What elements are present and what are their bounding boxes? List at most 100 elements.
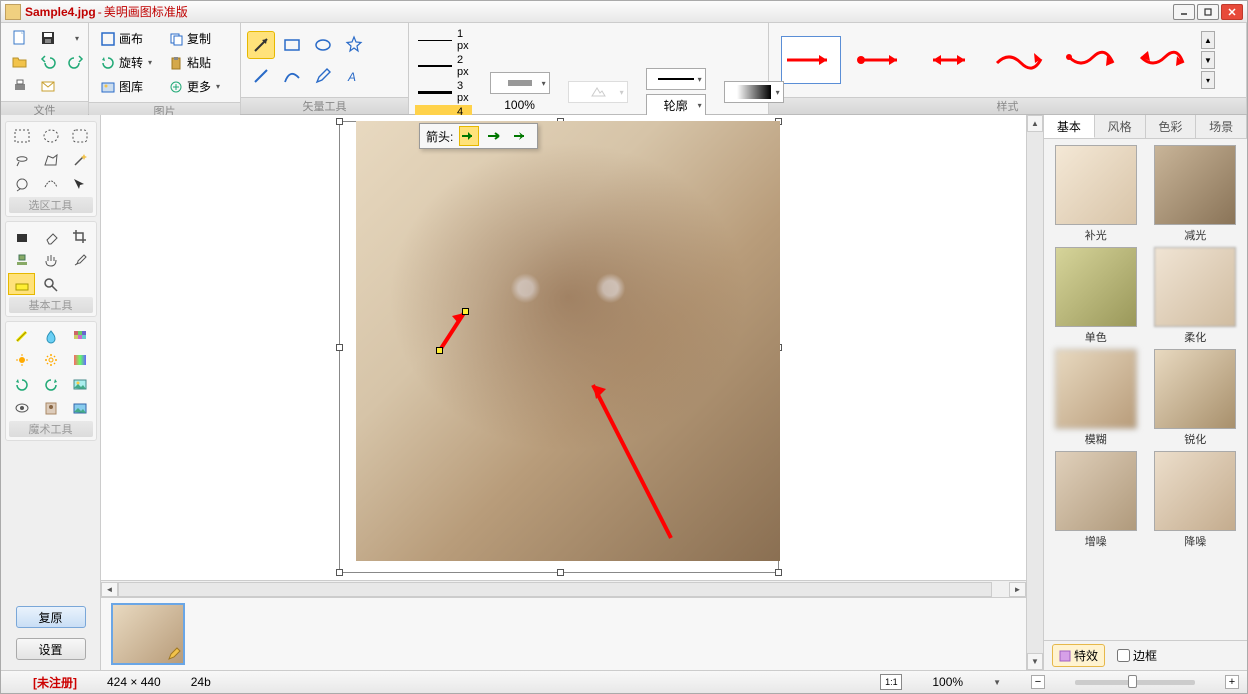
fx-reduce-noise[interactable]: 降噪 (1150, 451, 1242, 549)
arrow-style-5[interactable] (1061, 36, 1121, 84)
more-button[interactable]: 更多▾ (163, 75, 225, 98)
library-button[interactable]: 图库 (95, 75, 157, 98)
tool-text[interactable]: A (340, 62, 368, 90)
line-style-dropdown[interactable]: ▾ (646, 68, 706, 90)
style-scroll-up[interactable]: ▲ (1201, 31, 1215, 49)
tool-pencil[interactable] (309, 62, 337, 90)
reset-button[interactable]: 复原 (16, 606, 86, 628)
fx-reduce-light[interactable]: 减光 (1150, 145, 1242, 243)
fx-sharpen[interactable]: 锐化 (1150, 349, 1242, 447)
arrow-handle-end[interactable] (462, 308, 469, 315)
rotate-button[interactable]: 旋转▾ (95, 51, 157, 74)
style-scroll-down[interactable]: ▼ (1201, 51, 1215, 69)
fx-blur[interactable]: 模糊 (1050, 349, 1142, 447)
redo-button[interactable] (63, 51, 89, 73)
tool-rectangle[interactable] (278, 31, 306, 59)
arrow-shape-2[interactable] (581, 373, 681, 523)
arrow-style-2[interactable] (851, 36, 911, 84)
email-button[interactable] (35, 75, 61, 97)
arrow-style-3[interactable] (921, 36, 981, 84)
style-dropdown[interactable]: ▾ (1201, 71, 1215, 89)
rotate-cw-icon[interactable] (8, 373, 35, 395)
tool-star[interactable] (340, 31, 368, 59)
sun-icon[interactable] (37, 349, 64, 371)
outline-dropdown[interactable]: 轮廓▾ (646, 94, 706, 116)
tool-arrow[interactable] (247, 31, 275, 59)
fx-mono[interactable]: 单色 (1050, 247, 1142, 345)
zoom-icon[interactable] (37, 273, 64, 295)
canvas[interactable]: 箭头: (101, 115, 1026, 580)
magic-wand-icon[interactable] (66, 149, 93, 171)
save-button[interactable] (35, 27, 61, 49)
fill-icon[interactable] (8, 225, 35, 247)
zoom-1to1-button[interactable]: 1:1 (880, 674, 902, 690)
tab-style[interactable]: 风格 (1095, 115, 1146, 138)
fx-fill-light[interactable]: 补光 (1050, 145, 1142, 243)
eraser-icon[interactable] (37, 225, 64, 247)
zoom-in-button[interactable]: + (1225, 675, 1239, 689)
thumbnail-1[interactable] (111, 603, 185, 665)
crop-icon[interactable] (66, 225, 93, 247)
title-filename: Sample4.jpg (25, 5, 96, 19)
move-select-icon[interactable] (66, 173, 93, 195)
tab-color[interactable]: 色彩 (1146, 115, 1197, 138)
select-ellipse-icon[interactable] (37, 125, 64, 147)
print-button[interactable] (7, 75, 33, 97)
color-balance-icon[interactable] (66, 349, 93, 371)
color-picker-icon[interactable] (8, 273, 35, 295)
water-drop-icon[interactable] (37, 325, 64, 347)
arrowhead-option-3[interactable] (511, 126, 531, 146)
effects-button[interactable]: 特效 (1052, 644, 1105, 667)
close-button[interactable] (1221, 4, 1243, 20)
arrowhead-option-1[interactable] (459, 126, 479, 146)
minimize-button[interactable] (1173, 4, 1195, 20)
tool-ellipse[interactable] (309, 31, 337, 59)
sparkle-icon[interactable] (8, 349, 35, 371)
undo-button[interactable] (35, 51, 61, 73)
new-file-button[interactable] (7, 27, 33, 49)
tab-scene[interactable]: 场景 (1196, 115, 1247, 138)
mosaic-icon[interactable] (66, 325, 93, 347)
brush-icon[interactable] (66, 249, 93, 271)
zoom-slider[interactable] (1075, 680, 1195, 685)
title-appname: 美明画图标准版 (104, 3, 188, 20)
lasso-icon[interactable] (8, 149, 35, 171)
stamp-icon[interactable] (8, 249, 35, 271)
invert-select-icon[interactable] (8, 173, 35, 195)
marker-icon[interactable] (8, 325, 35, 347)
image-effects-icon[interactable] (66, 373, 93, 395)
arrowhead-option-2[interactable] (485, 126, 505, 146)
eye-icon[interactable] (8, 397, 35, 419)
rotate-ccw-icon[interactable] (37, 373, 64, 395)
hand-icon[interactable] (37, 249, 64, 271)
vertical-scrollbar[interactable]: ▲▼ (1026, 115, 1043, 670)
zoom-out-button[interactable]: − (1031, 675, 1045, 689)
arrow-handle-start[interactable] (436, 347, 443, 354)
settings-button[interactable]: 设置 (16, 638, 86, 660)
grow-select-icon[interactable] (37, 173, 64, 195)
horizontal-scrollbar[interactable]: ◄ ► (101, 580, 1026, 597)
maximize-button[interactable] (1197, 4, 1219, 20)
open-button[interactable] (7, 51, 33, 73)
canvas-button[interactable]: 画布 (95, 27, 157, 50)
tool-curve[interactable] (278, 62, 306, 90)
paste-button[interactable]: 粘贴 (163, 51, 225, 74)
gradient-dropdown[interactable]: ▾ (724, 81, 784, 103)
tool-line[interactable] (247, 62, 275, 90)
select-rect-icon[interactable] (8, 125, 35, 147)
arrow-style-4[interactable] (991, 36, 1051, 84)
landscape-icon[interactable] (66, 397, 93, 419)
copy-button[interactable]: 复制 (163, 27, 225, 50)
arrow-style-1[interactable] (781, 36, 841, 84)
polygon-lasso-icon[interactable] (37, 149, 64, 171)
arrow-style-6[interactable] (1131, 36, 1191, 84)
frame-checkbox[interactable]: 边框 (1117, 647, 1157, 664)
opacity-dropdown[interactable]: ▾ (490, 72, 550, 94)
portrait-icon[interactable] (37, 397, 64, 419)
tab-basic[interactable]: 基本 (1044, 115, 1095, 138)
fx-soften[interactable]: 柔化 (1150, 247, 1242, 345)
fx-add-noise[interactable]: 增噪 (1050, 451, 1142, 549)
save-dropdown[interactable]: ▾ (63, 27, 89, 49)
select-roundrect-icon[interactable] (66, 125, 93, 147)
canvas-image[interactable] (356, 121, 780, 561)
